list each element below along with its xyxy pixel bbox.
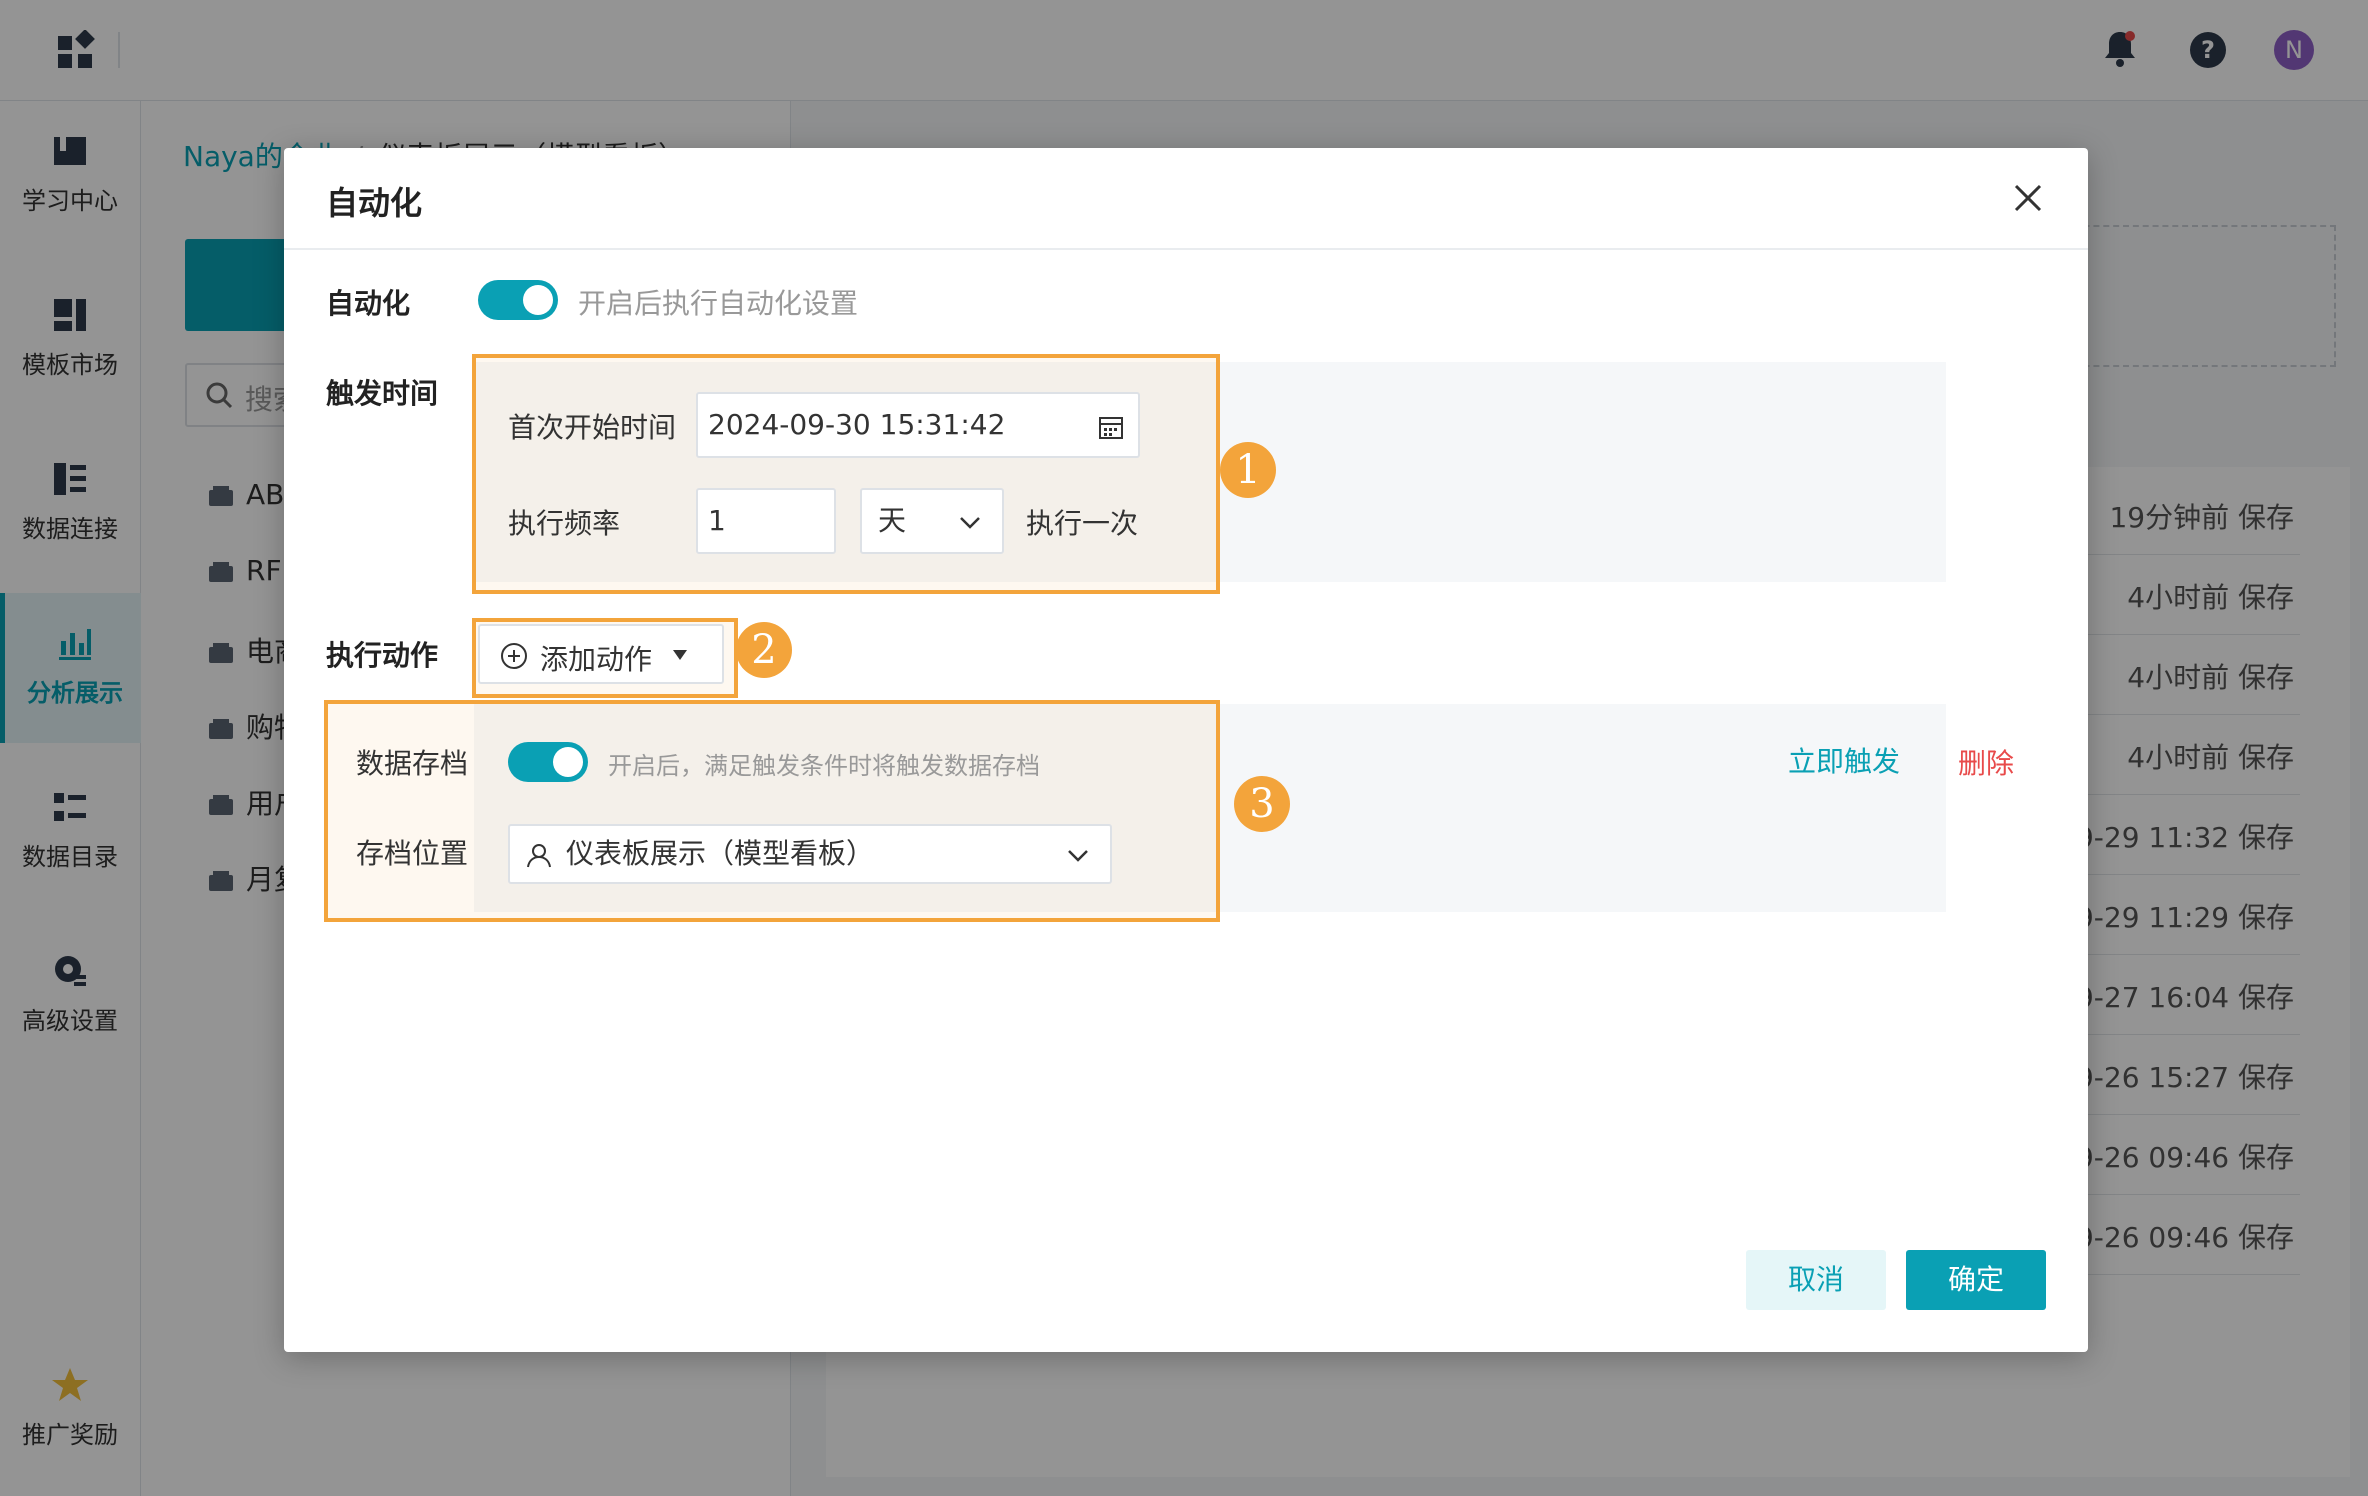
annotation-badge-2: 2 <box>736 622 792 678</box>
caret-down-icon <box>673 650 687 660</box>
start-time-picker[interactable]: 2024-09-30 15:31:42 <box>696 392 1140 458</box>
archive-label: 数据存档 <box>356 747 469 780</box>
add-action-label: 添加动作 <box>540 643 653 676</box>
frequency-unit-value: 天 <box>878 504 907 537</box>
automation-label: 自动化 <box>326 287 411 320</box>
automation-modal: 自动化 自动化 开启后执行自动化设置 触发时间 首次开始时间 2024-09-3… <box>284 148 2088 1352</box>
trigger-time-label: 触发时间 <box>326 377 439 410</box>
archive-toggle[interactable] <box>508 742 588 782</box>
chevron-down-icon <box>1068 850 1088 862</box>
automation-hint: 开启后执行自动化设置 <box>578 287 859 320</box>
confirm-button[interactable]: 确定 <box>1906 1250 2046 1310</box>
highlight-box-3 <box>324 700 1220 922</box>
execute-action-label: 执行动作 <box>326 639 439 672</box>
frequency-input[interactable]: 1 <box>696 488 836 554</box>
modal-title: 自动化 <box>326 184 423 222</box>
archive-location-label: 存档位置 <box>356 837 469 870</box>
delete-link[interactable]: 删除 <box>1958 742 2014 782</box>
plus-circle-icon <box>501 643 527 669</box>
highlight-box-1 <box>472 354 1220 594</box>
archive-hint: 开启后，满足触发条件时将触发数据存档 <box>608 752 1040 780</box>
frequency-unit-select[interactable]: 天 <box>860 488 1004 554</box>
frequency-suffix: 执行一次 <box>1026 507 1139 540</box>
close-icon[interactable] <box>2008 178 2048 218</box>
cancel-button[interactable]: 取消 <box>1746 1250 1886 1310</box>
start-time-label: 首次开始时间 <box>508 411 677 444</box>
frequency-label: 执行频率 <box>508 507 621 540</box>
archive-location-value: 仪表板展示（模型看板） <box>566 837 875 870</box>
trigger-now-link[interactable]: 立即触发 <box>1788 740 1900 780</box>
annotation-badge-3: 3 <box>1234 776 1290 832</box>
calendar-icon <box>1099 417 1123 439</box>
modal-divider <box>284 248 2088 250</box>
annotation-badge-1: 1 <box>1220 442 1276 498</box>
archive-location-select[interactable]: 仪表板展示（模型看板） <box>508 824 1112 884</box>
user-icon <box>527 844 551 868</box>
start-time-value: 2024-09-30 15:31:42 <box>708 408 1006 441</box>
chevron-down-icon <box>960 517 980 529</box>
add-action-button[interactable]: 添加动作 <box>478 624 724 684</box>
frequency-value: 1 <box>708 504 726 537</box>
automation-toggle[interactable] <box>478 280 558 320</box>
